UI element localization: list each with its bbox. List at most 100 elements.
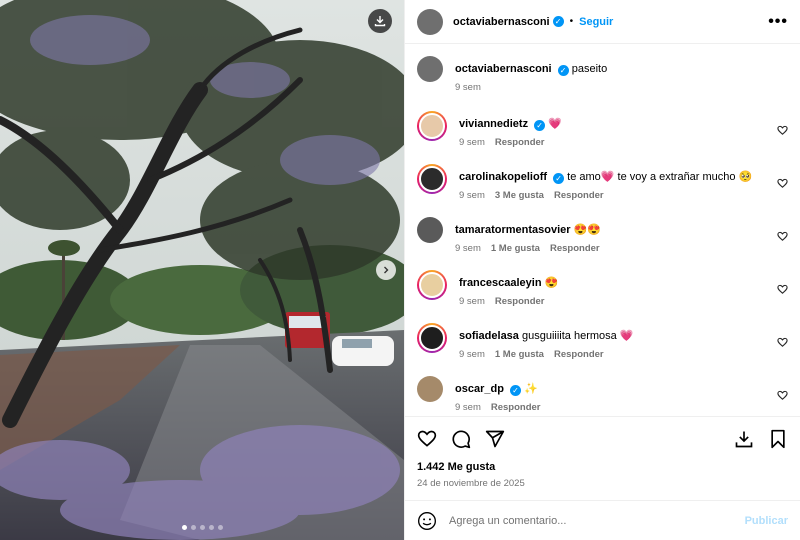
comment-username[interactable]: viviannedietz — [459, 118, 528, 130]
carousel-indicator — [0, 525, 404, 530]
chevron-right-icon — [384, 266, 389, 274]
comment-time: 9 sem — [459, 296, 485, 307]
save-to-collection-button[interactable] — [734, 429, 754, 449]
verified-badge-icon: ✓ — [557, 65, 569, 76]
comment-text: ✨ — [524, 383, 538, 395]
heart-icon — [777, 231, 788, 241]
commenter-avatar[interactable] — [417, 270, 447, 300]
comment-text: te amo💗 te voy a extrañar mucho 🥺 — [567, 171, 753, 183]
caption: octaviabernasconi ✓ paseito 9 sem — [417, 56, 788, 111]
commenter-avatar[interactable] — [417, 376, 443, 402]
commenter-avatar[interactable] — [417, 164, 447, 194]
more-options-button[interactable]: ••• — [768, 13, 788, 31]
carousel-dot — [208, 525, 214, 530]
comment-like-button[interactable] — [777, 284, 788, 298]
comment-username[interactable]: tamaratormentasovier — [455, 224, 571, 236]
emoji-button[interactable] — [417, 511, 437, 531]
commenter-avatar[interactable] — [417, 217, 443, 243]
post-photo[interactable] — [0, 0, 404, 540]
verified-badge-icon: ✓ — [509, 385, 521, 396]
carousel-dot — [190, 525, 196, 530]
heart-icon — [777, 125, 788, 135]
author-avatar[interactable] — [417, 8, 443, 35]
comment-item: sofiadelasa gusguiiiita hermosa 💗 9 sem … — [417, 323, 788, 376]
post-side-panel: octaviabernasconi ✓ • Seguir ••• octavia… — [404, 0, 800, 540]
reply-button[interactable]: Responder — [495, 296, 545, 307]
commenter-avatar[interactable] — [417, 111, 447, 141]
comment-time: 9 sem — [459, 137, 485, 148]
verified-badge-icon: ✓ — [553, 173, 565, 184]
comment-time: 9 sem — [455, 243, 481, 254]
heart-icon — [777, 337, 788, 347]
comment-time: 9 sem — [459, 190, 485, 201]
download-icon — [735, 431, 753, 448]
carousel-next-button[interactable] — [376, 260, 396, 280]
avatar-image — [419, 113, 445, 139]
comment-text: gusguiiiita hermosa 💗 — [521, 330, 634, 342]
commenter-avatar[interactable] — [417, 323, 447, 353]
comment-username[interactable]: francescaaleyin — [459, 277, 542, 289]
comment-username[interactable]: oscar_dp — [455, 383, 504, 395]
bookmark-icon — [771, 429, 785, 449]
follow-button[interactable]: Seguir — [579, 16, 613, 28]
caption-username[interactable]: octaviabernasconi — [455, 63, 552, 75]
comment-text: 💗 — [548, 118, 562, 130]
comment-username[interactable]: carolinakopelioff — [459, 171, 547, 183]
like-button[interactable] — [417, 429, 437, 449]
comment-item: francescaaleyin 😍 9 sem Responder — [417, 270, 788, 323]
comment-username[interactable]: sofiadelasa — [459, 330, 519, 342]
comment-item: oscar_dp ✓ ✨ 9 sem Responder — [417, 376, 788, 416]
comment-text: 😍 — [544, 277, 559, 289]
share-icon — [485, 430, 505, 448]
comment-likes[interactable]: 1 Me gusta — [495, 349, 544, 360]
comment-like-button[interactable] — [777, 390, 788, 404]
heart-icon — [417, 430, 437, 447]
share-button[interactable] — [485, 429, 505, 449]
post-date: 24 de noviembre de 2025 — [417, 478, 525, 489]
post-header: octaviabernasconi ✓ • Seguir ••• — [405, 0, 800, 44]
reply-button[interactable]: Responder — [554, 190, 604, 201]
comment-item: carolinakopelioff ✓ te amo💗 te voy a ext… — [417, 164, 788, 217]
comment-button[interactable] — [451, 429, 471, 449]
comment-icon — [452, 430, 471, 449]
author-avatar[interactable] — [417, 56, 443, 82]
verified-badge-icon: ✓ — [534, 120, 546, 131]
comments-list[interactable]: octaviabernasconi ✓ paseito 9 sem vivian… — [405, 44, 800, 416]
emoji-icon — [418, 511, 436, 530]
comment-likes[interactable]: 3 Me gusta — [495, 190, 544, 201]
author-username[interactable]: octaviabernasconi — [453, 16, 550, 28]
reply-button[interactable]: Responder — [495, 137, 545, 148]
caption-text: paseito — [571, 63, 608, 75]
comment-like-button[interactable] — [777, 125, 788, 139]
comment-like-button[interactable] — [777, 178, 788, 192]
reply-button[interactable]: Responder — [550, 243, 600, 254]
comment-like-button[interactable] — [777, 337, 788, 351]
comment-like-button[interactable] — [777, 231, 788, 245]
download-button[interactable] — [368, 9, 392, 33]
carousel-dot — [199, 525, 205, 530]
avatar-image — [419, 272, 445, 298]
comment-likes[interactable]: 1 Me gusta — [491, 243, 540, 254]
publish-button[interactable]: Publicar — [745, 515, 788, 527]
reply-button[interactable]: Responder — [554, 349, 604, 360]
reply-button[interactable]: Responder — [491, 402, 541, 413]
avatar-image — [419, 325, 445, 351]
post-actions: 1.442 Me gusta 24 de noviembre de 2025 — [405, 416, 800, 500]
comment-text: 😍😍 — [573, 224, 602, 236]
comment-input[interactable] — [449, 514, 745, 527]
likes-count[interactable]: 1.442 Me gusta — [417, 461, 788, 473]
download-icon — [374, 16, 386, 27]
verified-badge-icon: ✓ — [552, 16, 564, 27]
bookmark-button[interactable] — [768, 429, 788, 449]
carousel-dot — [181, 525, 187, 530]
heart-icon — [777, 390, 788, 400]
comment-item: tamaratormentasovier 😍😍 9 sem 1 Me gusta… — [417, 217, 788, 270]
jacaranda-street-photo — [0, 0, 404, 540]
comment-composer: Publicar — [405, 500, 800, 540]
avatar-image — [419, 166, 445, 192]
comment-time: 9 sem — [459, 349, 485, 360]
separator: • — [569, 16, 574, 27]
caption-time: 9 sem — [455, 82, 481, 93]
comment-time: 9 sem — [455, 402, 481, 413]
heart-icon — [777, 284, 788, 294]
